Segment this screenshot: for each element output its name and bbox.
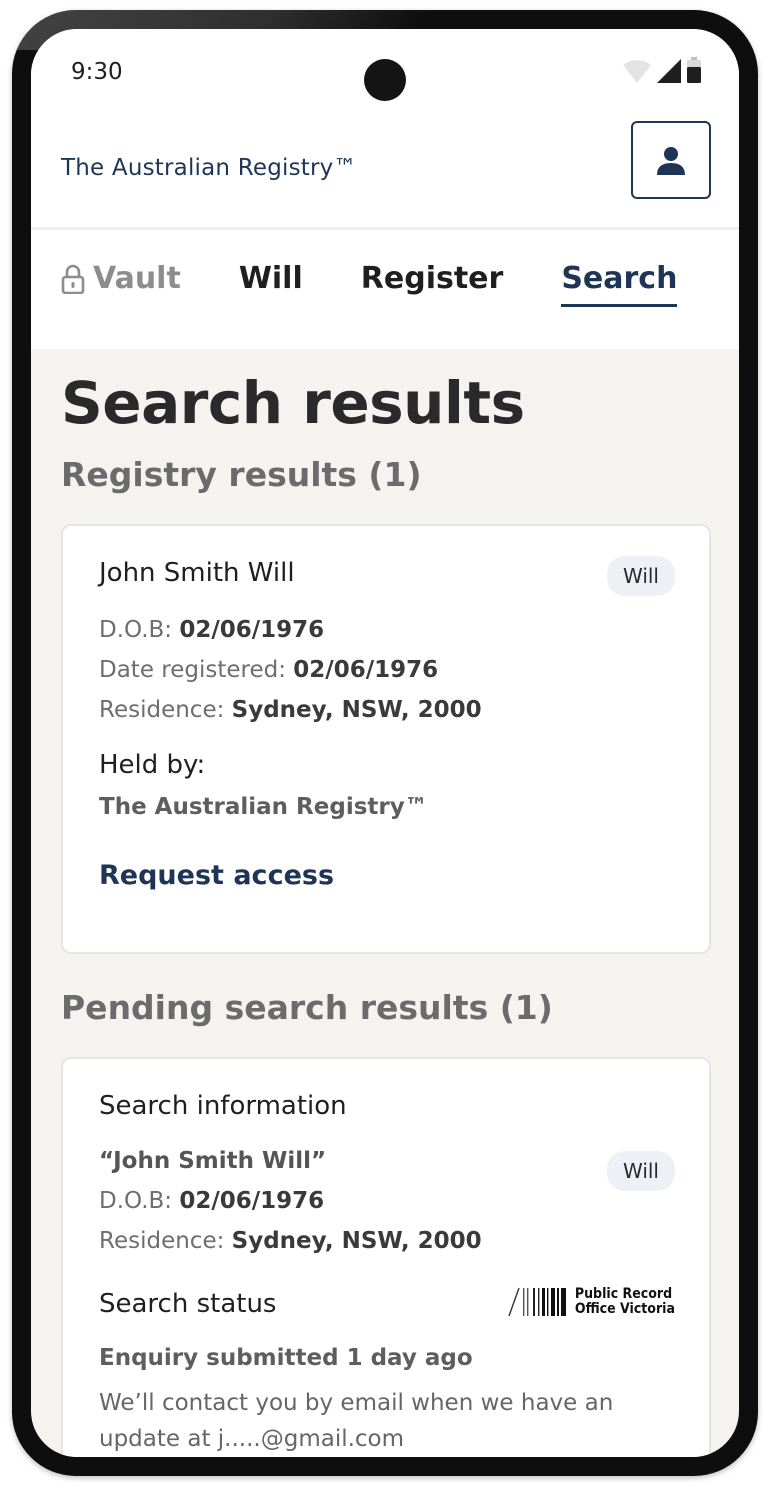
enquiry-status: Enquiry submitted 1 day ago bbox=[99, 1345, 473, 1371]
residence-label: Residence: bbox=[99, 1228, 225, 1254]
contact-note: We’ll contact you by email when we have … bbox=[99, 1390, 614, 1452]
main-content: Search results Registry results (1) John… bbox=[61, 349, 711, 1457]
dob-row: D.O.B: 02/06/1976 bbox=[99, 610, 675, 650]
search-info-title: Search information bbox=[99, 1091, 347, 1121]
dob-label: D.O.B: bbox=[99, 1188, 173, 1214]
tab-vault[interactable]: Vault bbox=[61, 261, 181, 304]
residence-value: Sydney, NSW, 2000 bbox=[231, 697, 482, 723]
held-by-label: Held by: bbox=[99, 750, 206, 780]
signal-icon bbox=[657, 59, 681, 83]
battery-icon bbox=[687, 57, 701, 83]
user-icon bbox=[657, 147, 685, 175]
header-divider bbox=[31, 227, 739, 230]
pending-result-card: Search information Will “John Smith Will… bbox=[61, 1057, 711, 1457]
prov-barcode-icon bbox=[508, 1287, 566, 1317]
search-query: “John Smith Will” bbox=[99, 1148, 327, 1174]
screen: 9:30 The Australian Registry™ Vault Will… bbox=[31, 29, 739, 1457]
registered-row: Date registered: 02/06/1976 bbox=[99, 650, 675, 690]
tab-search[interactable]: Search bbox=[561, 261, 678, 307]
dob-label: D.O.B: bbox=[99, 617, 173, 643]
account-button[interactable] bbox=[631, 121, 711, 199]
registry-results-heading: Registry results (1) bbox=[61, 455, 422, 494]
camera-cutout bbox=[364, 59, 406, 101]
prov-line1: Public Record bbox=[574, 1286, 673, 1302]
residence-row: Residence: Sydney, NSW, 2000 bbox=[99, 690, 675, 730]
page-title: Search results bbox=[61, 369, 525, 437]
prov-logo-text: Public Record Office Victoria bbox=[575, 1287, 675, 1317]
type-badge: Will bbox=[606, 1151, 675, 1191]
registered-label: Date registered: bbox=[99, 657, 286, 683]
residence-row: Residence: Sydney, NSW, 2000 bbox=[99, 1221, 675, 1261]
search-details: “John Smith Will” D.O.B: 02/06/1976 Resi… bbox=[99, 1141, 675, 1261]
status-icons bbox=[623, 53, 701, 83]
wifi-icon bbox=[623, 60, 651, 83]
main-nav: Vault Will Register Search bbox=[61, 261, 735, 321]
tab-will[interactable]: Will bbox=[239, 261, 303, 304]
tab-will-label: Will bbox=[238, 261, 303, 296]
lock-icon bbox=[61, 264, 85, 294]
registered-value: 02/06/1976 bbox=[293, 657, 439, 683]
status-time: 9:30 bbox=[71, 59, 123, 85]
result-details: D.O.B: 02/06/1976 Date registered: 02/06… bbox=[99, 610, 675, 730]
held-by-value: The Australian Registry™ bbox=[99, 794, 428, 820]
prov-logo: Public Record Office Victoria bbox=[507, 1287, 675, 1317]
tab-register-label: Register bbox=[360, 261, 504, 296]
dob-value: 02/06/1976 bbox=[179, 1188, 325, 1214]
prov-line2: Office Victoria bbox=[574, 1301, 675, 1317]
request-access-link[interactable]: Request access bbox=[99, 860, 334, 891]
residence-label: Residence: bbox=[99, 697, 225, 723]
registry-result-card: John Smith Will Will D.O.B: 02/06/1976 D… bbox=[61, 524, 711, 954]
tab-vault-label: Vault bbox=[93, 261, 181, 296]
tab-search-label: Search bbox=[561, 261, 678, 296]
residence-value: Sydney, NSW, 2000 bbox=[231, 1228, 482, 1254]
tab-register[interactable]: Register bbox=[361, 261, 504, 304]
search-status-row: Search status Public Record Office Victo… bbox=[99, 1287, 675, 1329]
pending-results-heading: Pending search results (1) bbox=[61, 988, 553, 1027]
brand-name[interactable]: The Australian Registry™ bbox=[61, 155, 357, 181]
phone-frame: 9:30 The Australian Registry™ Vault Will… bbox=[12, 10, 758, 1476]
type-badge: Will bbox=[606, 556, 675, 596]
app-header: 9:30 The Australian Registry™ Vault Will… bbox=[31, 29, 739, 349]
dob-value: 02/06/1976 bbox=[179, 617, 325, 643]
result-title: John Smith Will bbox=[99, 558, 295, 588]
dob-row: D.O.B: 02/06/1976 bbox=[99, 1181, 675, 1221]
